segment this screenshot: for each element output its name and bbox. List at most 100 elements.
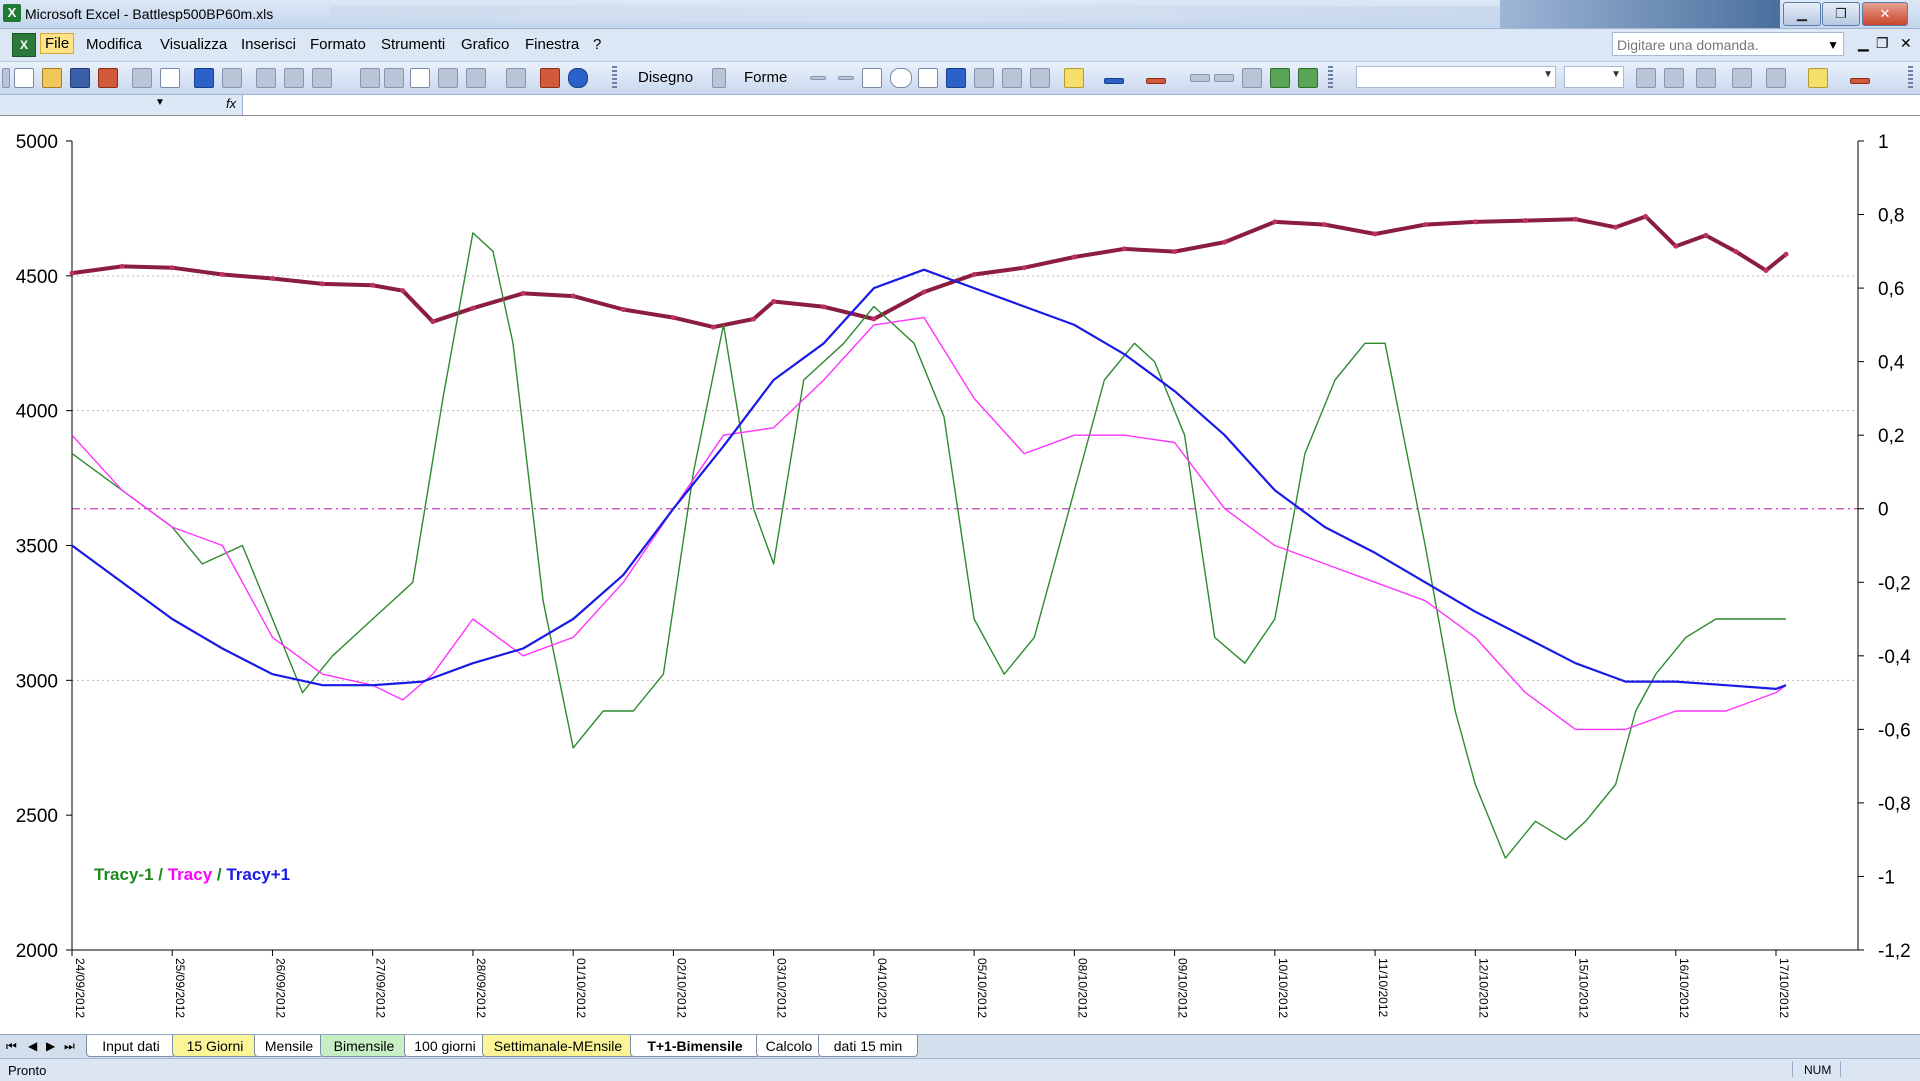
- sheet-tab[interactable]: T+1-Bimensile: [630, 1035, 760, 1057]
- data-point: [269, 276, 275, 282]
- formula-bar: ▼ fx: [0, 95, 1920, 116]
- save-icon[interactable]: [70, 68, 90, 88]
- menu-visualizza[interactable]: Visualizza: [160, 36, 227, 53]
- arrow-icon[interactable]: [838, 76, 854, 80]
- copy-icon[interactable]: [284, 68, 304, 88]
- redo-icon[interactable]: [384, 68, 404, 88]
- data-point: [1021, 265, 1027, 271]
- menu-help[interactable]: ?: [593, 36, 601, 53]
- menu-modifica[interactable]: Modifica: [86, 36, 142, 53]
- workbook-icon[interactable]: X: [12, 33, 36, 57]
- print-preview-icon[interactable]: [160, 68, 180, 88]
- wordart-icon[interactable]: [946, 68, 966, 88]
- 3d-icon[interactable]: [1298, 68, 1318, 88]
- close-button[interactable]: ✕: [1862, 2, 1908, 26]
- line-style-icon[interactable]: [1190, 74, 1210, 82]
- data-point: [400, 288, 406, 294]
- font-name-combo[interactable]: ▼: [1356, 66, 1556, 88]
- shadow-icon[interactable]: [1270, 68, 1290, 88]
- spelling-icon[interactable]: [194, 68, 214, 88]
- align-icon[interactable]: [1696, 68, 1716, 88]
- prev-sheet-button[interactable]: ◀: [28, 1039, 37, 1053]
- menu-formato[interactable]: Formato: [310, 36, 366, 53]
- autosum-icon[interactable]: [466, 68, 486, 88]
- last-sheet-button[interactable]: ⏭: [64, 1039, 75, 1054]
- menu-strumenti[interactable]: Strumenti: [381, 36, 445, 53]
- series[interactable]: [69, 214, 1789, 859]
- clipart-icon[interactable]: [1002, 68, 1022, 88]
- chevron-down-icon[interactable]: ▼: [1827, 33, 1839, 57]
- fill-color-icon[interactable]: [1064, 68, 1084, 88]
- font-color-icon[interactable]: [1850, 78, 1870, 84]
- data-point: [871, 316, 877, 322]
- sort-icon[interactable]: [506, 68, 526, 88]
- rectangle-icon[interactable]: [862, 68, 882, 88]
- data-point: [1322, 222, 1328, 228]
- undo-icon[interactable]: [360, 68, 380, 88]
- dash-style-icon[interactable]: [1214, 74, 1234, 82]
- diagram-icon[interactable]: [974, 68, 994, 88]
- borders-icon[interactable]: [1766, 68, 1786, 88]
- x-tick-label: 15/10/2012: [1577, 958, 1591, 1018]
- restore-button[interactable]: ❐: [1822, 2, 1860, 26]
- help-icon[interactable]: [568, 68, 588, 88]
- next-sheet-button[interactable]: ▶: [46, 1039, 55, 1053]
- menu-file[interactable]: File: [40, 33, 75, 54]
- toolbar-grip[interactable]: [2, 68, 10, 88]
- print-icon[interactable]: [132, 68, 152, 88]
- sheet-tab[interactable]: Mensile: [254, 1035, 324, 1057]
- doc-close-button[interactable]: ✕: [1900, 35, 1912, 52]
- doc-restore-button[interactable]: ❐: [1876, 35, 1889, 52]
- data-point: [821, 304, 827, 310]
- open-folder-icon[interactable]: [42, 68, 62, 88]
- font-color-icon[interactable]: [1146, 78, 1166, 84]
- chart-icon[interactable]: [540, 68, 560, 88]
- textbox-icon[interactable]: [918, 68, 938, 88]
- sheet-tab[interactable]: dati 15 min: [818, 1035, 918, 1057]
- shapes-menu[interactable]: Forme: [744, 69, 787, 86]
- arrow-style-icon[interactable]: [1242, 68, 1262, 88]
- menu-inserisci[interactable]: Inserisci: [241, 36, 296, 53]
- sheet-tab[interactable]: Input dati: [86, 1035, 176, 1057]
- sheet-tab[interactable]: Settimanale-MEnsile: [482, 1035, 634, 1057]
- name-box[interactable]: ▼ fx: [0, 95, 243, 115]
- menu-finestra[interactable]: Finestra: [525, 36, 579, 53]
- ask-question-box[interactable]: Digitare una domanda. ▼: [1612, 32, 1844, 56]
- research-icon[interactable]: [222, 68, 242, 88]
- bold-icon[interactable]: [1636, 68, 1656, 88]
- fill-color-icon[interactable]: [1808, 68, 1828, 88]
- chart-wizard-icon[interactable]: [438, 68, 458, 88]
- excel-app-icon[interactable]: X: [3, 4, 21, 22]
- x-tick-label: 10/10/2012: [1276, 958, 1290, 1018]
- legend-entry: Tracy-1: [94, 865, 154, 884]
- italic-icon[interactable]: [1664, 68, 1684, 88]
- line-color-icon[interactable]: [1104, 78, 1124, 84]
- function-icon[interactable]: fx: [226, 96, 236, 111]
- sheet-tab[interactable]: Bimensile: [320, 1035, 408, 1057]
- drawing-menu[interactable]: Disegno: [638, 69, 693, 86]
- oval-icon[interactable]: [890, 68, 912, 88]
- sheet-tab[interactable]: 15 Giorni: [172, 1035, 258, 1057]
- toolbar-options[interactable]: [1908, 66, 1913, 90]
- select-pointer-icon[interactable]: [712, 68, 726, 88]
- line-icon[interactable]: [810, 76, 826, 80]
- series-line[interactable]: [71, 268, 1787, 691]
- currency-icon[interactable]: [1732, 68, 1752, 88]
- menu-grafico[interactable]: Grafico: [461, 36, 509, 53]
- sheet-tab[interactable]: 100 giorni: [404, 1035, 486, 1057]
- font-size-combo[interactable]: ▼: [1564, 66, 1624, 88]
- chevron-down-icon[interactable]: ▼: [155, 97, 165, 108]
- legend[interactable]: Tracy-1 / Tracy / Tracy+1: [94, 865, 290, 884]
- cut-icon[interactable]: [256, 68, 276, 88]
- chart-sheet[interactable]: 5000 4500 4000 3500 3000 2500 2000 1 0,8 0,6 0,4 0,…: [0, 116, 1920, 1034]
- doc-minimize-button[interactable]: ▁: [1858, 35, 1869, 52]
- paste-icon[interactable]: [312, 68, 332, 88]
- permission-icon[interactable]: [98, 68, 118, 88]
- chart[interactable]: 5000 4500 4000 3500 3000 2500 2000 1 0,8 0,6 0,4 0,…: [0, 116, 1920, 1034]
- picture-icon[interactable]: [1030, 68, 1050, 88]
- minimize-button[interactable]: ▁: [1783, 2, 1821, 26]
- new-document-icon[interactable]: [14, 68, 34, 88]
- first-sheet-button[interactable]: ⏮: [6, 1039, 17, 1054]
- sheet-tab[interactable]: Calcolo: [756, 1035, 822, 1057]
- hyperlink-icon[interactable]: [410, 68, 430, 88]
